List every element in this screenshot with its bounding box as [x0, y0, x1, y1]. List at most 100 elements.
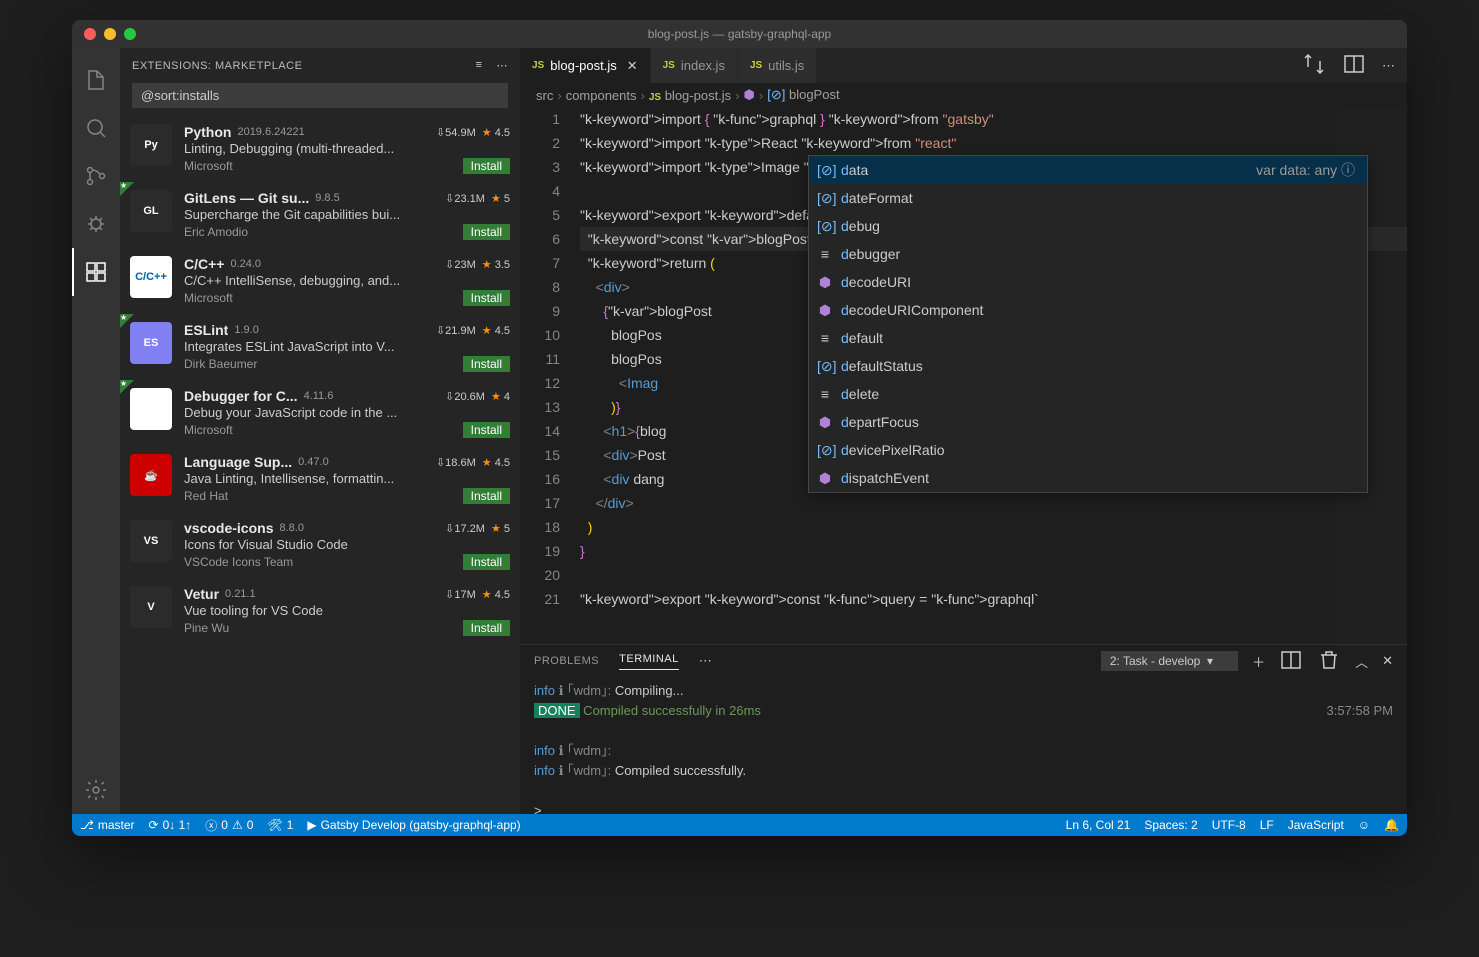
extension-description: C/C++ IntelliSense, debugging, and...	[184, 273, 510, 288]
extension-name: vscode-icons	[184, 520, 273, 536]
split-terminal-icon[interactable]	[1279, 648, 1303, 675]
code-line[interactable]: </div>	[580, 491, 1407, 515]
compare-changes-icon[interactable]	[1302, 52, 1326, 79]
kill-terminal-icon[interactable]	[1317, 648, 1341, 675]
suggestion-hint: var data: any ⓘ	[1256, 158, 1359, 182]
panel-tab-problems[interactable]: PROBLEMS	[534, 655, 599, 667]
activity-bar	[72, 48, 120, 814]
maximize-window[interactable]	[124, 28, 136, 40]
extension-version: 2019.6.24221	[237, 126, 304, 138]
suggestion-item[interactable]: [⊘] debug	[809, 212, 1367, 240]
suggestion-item[interactable]: ⬢ decodeURIComponent	[809, 296, 1367, 324]
intellisense-popup[interactable]: [⊘] data var data: any ⓘ[⊘] dateFormat […	[808, 155, 1368, 493]
rating: ★ 5	[491, 522, 510, 535]
breadcrumb-segment[interactable]: JS blog-post.js	[649, 88, 731, 103]
extension-item[interactable]: GL GitLens — Git su... 9.8.5 ⇩23.1M ★ 5 …	[120, 182, 520, 248]
problems-status[interactable]: ⓧ 0 ⚠ 0	[205, 817, 253, 834]
suggestion-item[interactable]: [⊘] dateFormat	[809, 184, 1367, 212]
code-line[interactable]: "k-keyword">import "k-type">React "k-key…	[580, 131, 1407, 155]
suggestion-item[interactable]: ≡ debugger	[809, 240, 1367, 268]
editor-tab[interactable]: JSutils.js	[738, 48, 817, 83]
eol[interactable]: LF	[1260, 818, 1274, 832]
git-sync[interactable]: ⟳ 0↓ 1↑	[149, 818, 192, 832]
install-button[interactable]: Install	[463, 554, 510, 570]
terminal-output[interactable]: info ℹ ｢wdm｣: Compiling...DONE Compiled …	[520, 677, 1407, 814]
breadcrumbs[interactable]: src›components›JS blog-post.js›⬢ ›[⊘] bl…	[520, 83, 1407, 107]
extension-icon: Cr	[130, 388, 172, 430]
panel-more-icon[interactable]: ⋯	[699, 653, 712, 669]
extensions-search-input[interactable]	[132, 83, 508, 108]
rating: ★ 5	[491, 192, 510, 205]
maximize-panel-icon[interactable]: ︿	[1355, 652, 1368, 671]
breadcrumb-segment[interactable]: components	[566, 88, 637, 103]
extension-item[interactable]: Py Python 2019.6.24221 ⇩54.9M ★ 4.5 Lint…	[120, 116, 520, 182]
task-status[interactable]: ▶ Gatsby Develop (gatsby-graphql-app)	[307, 818, 520, 832]
explorer-icon[interactable]	[72, 56, 120, 104]
install-button[interactable]: Install	[463, 158, 510, 174]
suggestion-item[interactable]: ⬢ decodeURI	[809, 268, 1367, 296]
install-button[interactable]: Install	[463, 422, 510, 438]
new-terminal-icon[interactable]: ＋	[1252, 652, 1265, 671]
editor-tab[interactable]: JSblog-post.js✕	[520, 48, 651, 83]
panel-tab-terminal[interactable]: TERMINAL	[619, 653, 679, 670]
code-line[interactable]: "k-keyword">import { "k-func">graphql } …	[580, 107, 1407, 131]
recommended-badge	[120, 182, 134, 196]
suggestion-item[interactable]: ≡ default	[809, 324, 1367, 352]
breadcrumb-segment[interactable]: [⊘] blogPost	[767, 87, 839, 103]
suggestion-item[interactable]: ⬢ departFocus	[809, 408, 1367, 436]
indentation[interactable]: Spaces: 2	[1144, 818, 1197, 832]
suggestion-item[interactable]: ⬢ dispatchEvent	[809, 464, 1367, 492]
extension-item[interactable]: ☕ Language Sup... 0.47.0 ⇩18.6M ★ 4.5 Ja…	[120, 446, 520, 512]
extensions-list[interactable]: Py Python 2019.6.24221 ⇩54.9M ★ 4.5 Lint…	[120, 116, 520, 814]
source-control-icon[interactable]	[72, 152, 120, 200]
install-button[interactable]: Install	[463, 224, 510, 240]
close-window[interactable]	[84, 28, 96, 40]
search-icon[interactable]	[72, 104, 120, 152]
extension-name: C/C++	[184, 256, 224, 272]
editor-more-icon[interactable]: ⋯	[1382, 58, 1395, 74]
git-branch[interactable]: ⎇ master	[80, 818, 135, 832]
extension-version: 0.21.1	[225, 588, 256, 600]
notifications-icon[interactable]: 🔔	[1384, 818, 1399, 832]
code-line[interactable]: }	[580, 539, 1407, 563]
code-line[interactable]	[580, 563, 1407, 587]
suggestion-item[interactable]: [⊘] data var data: any ⓘ	[809, 156, 1367, 184]
breadcrumb-segment[interactable]: ⬢	[744, 87, 755, 103]
filter-icon[interactable]: ≡	[476, 59, 483, 72]
extension-item[interactable]: C/C++ C/C++ 0.24.0 ⇩23M ★ 3.5 C/C++ Inte…	[120, 248, 520, 314]
tools-status[interactable]: 🛠 1	[267, 818, 293, 832]
language-mode[interactable]: JavaScript	[1288, 818, 1344, 832]
extension-item[interactable]: ES ESLint 1.9.0 ⇩21.9M ★ 4.5 Integrates …	[120, 314, 520, 380]
extension-version: 9.8.5	[315, 192, 339, 204]
more-icon[interactable]: ⋯	[497, 59, 509, 72]
extension-item[interactable]: VS vscode-icons 8.8.0 ⇩17.2M ★ 5 Icons f…	[120, 512, 520, 578]
suggestion-item[interactable]: ≡ delete	[809, 380, 1367, 408]
install-button[interactable]: Install	[463, 356, 510, 372]
terminal-selector[interactable]: 2: Task - develop ▾	[1101, 651, 1238, 671]
feedback-icon[interactable]: ☺	[1358, 818, 1370, 832]
code-line[interactable]: "k-keyword">export "k-keyword">const "k-…	[580, 587, 1407, 611]
code-line[interactable]: )	[580, 515, 1407, 539]
breadcrumb-segment[interactable]: src	[536, 88, 553, 103]
editor-tab[interactable]: JSindex.js	[651, 48, 738, 83]
extension-description: Vue tooling for VS Code	[184, 603, 510, 618]
split-editor-icon[interactable]	[1342, 52, 1366, 79]
cursor-position[interactable]: Ln 6, Col 21	[1066, 818, 1131, 832]
suggestion-item[interactable]: [⊘] devicePixelRatio	[809, 436, 1367, 464]
install-button[interactable]: Install	[463, 290, 510, 306]
extension-publisher: VSCode Icons Team	[184, 555, 293, 569]
extension-name: Language Sup...	[184, 454, 292, 470]
extension-item[interactable]: Cr Debugger for C... 4.11.6 ⇩20.6M ★ 4 D…	[120, 380, 520, 446]
extensions-icon[interactable]	[72, 248, 120, 296]
settings-gear-icon[interactable]	[72, 766, 120, 814]
suggestion-item[interactable]: [⊘] defaultStatus	[809, 352, 1367, 380]
close-panel-icon[interactable]: ✕	[1382, 653, 1393, 669]
code-editor[interactable]: 123456789101112131415161718192021 "k-key…	[520, 107, 1407, 644]
debug-icon[interactable]	[72, 200, 120, 248]
encoding[interactable]: UTF-8	[1212, 818, 1246, 832]
install-button[interactable]: Install	[463, 620, 510, 636]
close-tab-icon[interactable]: ✕	[627, 58, 638, 74]
extension-item[interactable]: V Vetur 0.21.1 ⇩17M ★ 4.5 Vue tooling fo…	[120, 578, 520, 644]
install-button[interactable]: Install	[463, 488, 510, 504]
minimize-window[interactable]	[104, 28, 116, 40]
